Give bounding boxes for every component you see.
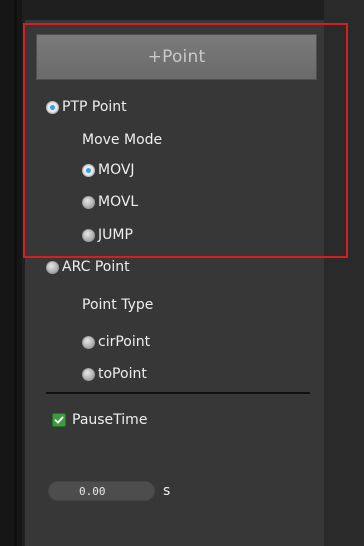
radio-unchecked-icon	[46, 260, 59, 274]
point-type-label: Point Type	[82, 297, 154, 313]
radio-unchecked-icon	[82, 195, 95, 209]
right-side-area	[324, 0, 364, 546]
checkmark-icon	[52, 413, 66, 427]
jump-label: JUMP	[98, 227, 133, 243]
left-strip-divider	[14, 0, 17, 546]
movl-radio[interactable]: MOVL	[82, 195, 138, 209]
left-scroll-strip	[0, 0, 22, 546]
arc-point-label: ARC Point	[62, 259, 130, 275]
radio-unchecked-icon	[82, 228, 95, 242]
section-divider	[46, 392, 310, 394]
movl-label: MOVL	[98, 194, 139, 210]
ptp-point-label: PTP Point	[62, 99, 127, 115]
arc-point-radio[interactable]: ARC Point	[46, 260, 130, 274]
cirpoint-radio[interactable]: cirPoint	[82, 335, 150, 349]
jump-radio[interactable]: JUMP	[82, 228, 133, 242]
radio-unchecked-icon	[82, 367, 95, 381]
ptp-point-radio[interactable]: PTP Point	[46, 100, 127, 114]
pause-time-unit: s	[163, 483, 171, 499]
topoint-label: toPoint	[98, 366, 147, 382]
radio-unchecked-icon	[82, 335, 95, 349]
pause-time-label: PauseTime	[72, 412, 148, 428]
radio-checked-icon	[46, 100, 59, 114]
point-settings-window: +Point PTP Point Move Mode MOVJ MOVL JUM…	[0, 0, 364, 546]
move-mode-label: Move Mode	[82, 132, 163, 148]
movj-label: MOVJ	[98, 162, 135, 178]
pause-time-checkbox[interactable]: PauseTime	[52, 412, 147, 428]
radio-checked-icon	[82, 163, 95, 177]
add-point-button[interactable]: +Point	[36, 34, 317, 80]
topoint-radio[interactable]: toPoint	[82, 367, 147, 381]
pause-time-input[interactable]: 0.00	[48, 481, 155, 501]
cirpoint-label: cirPoint	[98, 334, 151, 350]
movj-radio[interactable]: MOVJ	[82, 163, 135, 177]
